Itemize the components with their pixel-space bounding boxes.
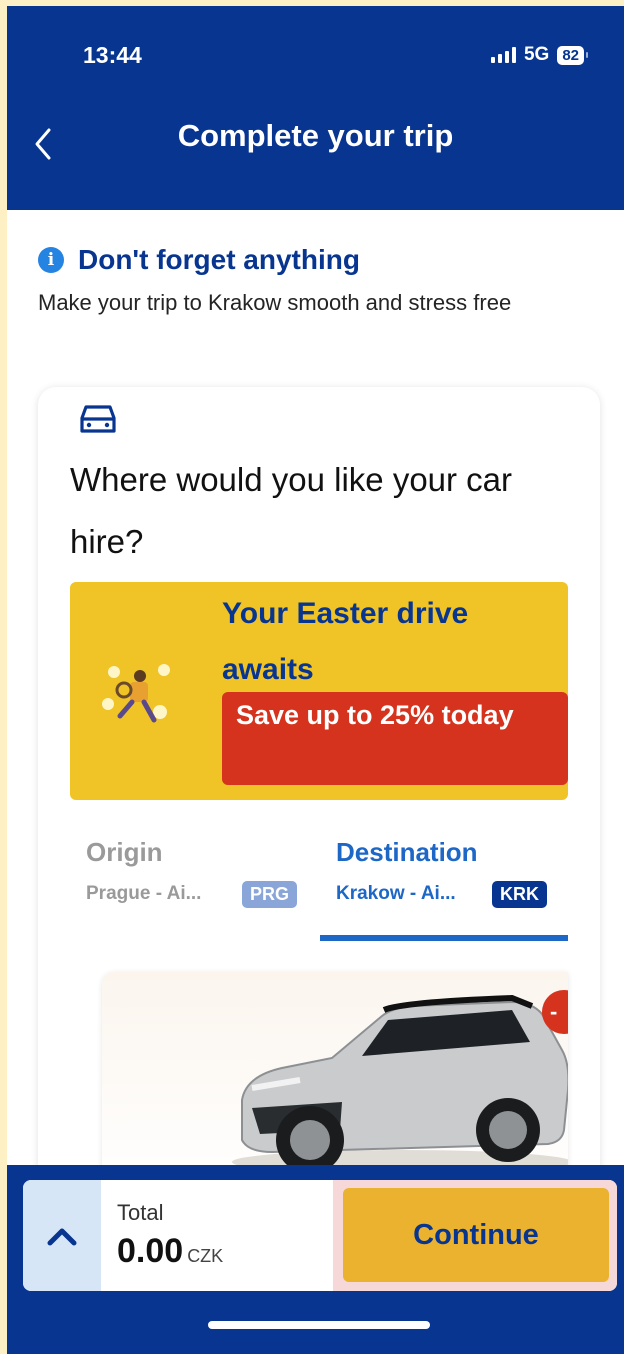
battery-icon: 82 bbox=[557, 45, 588, 65]
info-subtitle: Make your trip to Krakow smooth and stre… bbox=[38, 290, 512, 315]
info-icon: i bbox=[38, 247, 64, 273]
expand-summary-button[interactable] bbox=[23, 1180, 101, 1291]
total-value: 0.00 bbox=[117, 1232, 184, 1270]
tab-origin-label: Origin bbox=[86, 837, 163, 867]
total-panel: Total 0.00 CZK Continue bbox=[23, 1180, 617, 1291]
home-indicator[interactable] bbox=[208, 1321, 430, 1329]
tab-destination-place: Krakow - Ai... bbox=[336, 883, 456, 904]
tab-origin-place: Prague - Ai... bbox=[86, 883, 202, 904]
tab-origin[interactable]: Origin Prague - Ai... PRG bbox=[70, 817, 320, 941]
promo-banner[interactable]: Your Easter drive awaits Save up to 25% … bbox=[70, 582, 568, 800]
status-indicators: 5G 82 bbox=[490, 44, 588, 66]
network-label: 5G bbox=[523, 44, 550, 65]
currency-label: CZK bbox=[187, 1246, 224, 1266]
tab-origin-code: PRG bbox=[242, 881, 298, 908]
promo-title: Your Easter drive awaits bbox=[222, 597, 469, 686]
top-bar: 13:44 5G 82 Complete your trip bbox=[7, 6, 624, 210]
car-image bbox=[232, 994, 568, 1174]
info-heading: i Don't forget anything bbox=[38, 244, 360, 276]
status-time: 13:44 bbox=[83, 42, 142, 68]
page-title: Complete your trip bbox=[177, 118, 454, 153]
tab-active-indicator bbox=[320, 935, 568, 941]
continue-button[interactable]: Continue bbox=[343, 1188, 609, 1282]
car-hire-card: Where would you like your car hire? Your… bbox=[38, 387, 600, 1287]
car-hire-question: Where would you like your car hire? bbox=[70, 461, 513, 560]
car-icon bbox=[80, 405, 116, 433]
tab-destination-code: KRK bbox=[492, 881, 547, 908]
signal-icon bbox=[490, 47, 516, 63]
promo-illustration bbox=[102, 664, 170, 723]
location-tabs: Origin Prague - Ai... PRG Destination Kr… bbox=[70, 817, 568, 941]
chevron-up-icon bbox=[47, 1228, 77, 1245]
bottom-bar: Total 0.00 CZK Continue bbox=[7, 1165, 624, 1354]
total-amount: 0.00 CZK bbox=[117, 1232, 223, 1271]
info-title: Don't forget anything bbox=[78, 244, 360, 275]
tab-destination[interactable]: Destination Krakow - Ai... KRK bbox=[320, 817, 568, 941]
promo-discount-badge: Save up to 25% today bbox=[222, 692, 568, 785]
tab-destination-label: Destination bbox=[336, 837, 478, 867]
app-screen: 13:44 5G 82 Complete your trip i Don't f… bbox=[7, 6, 624, 1354]
total-label: Total bbox=[117, 1200, 164, 1225]
